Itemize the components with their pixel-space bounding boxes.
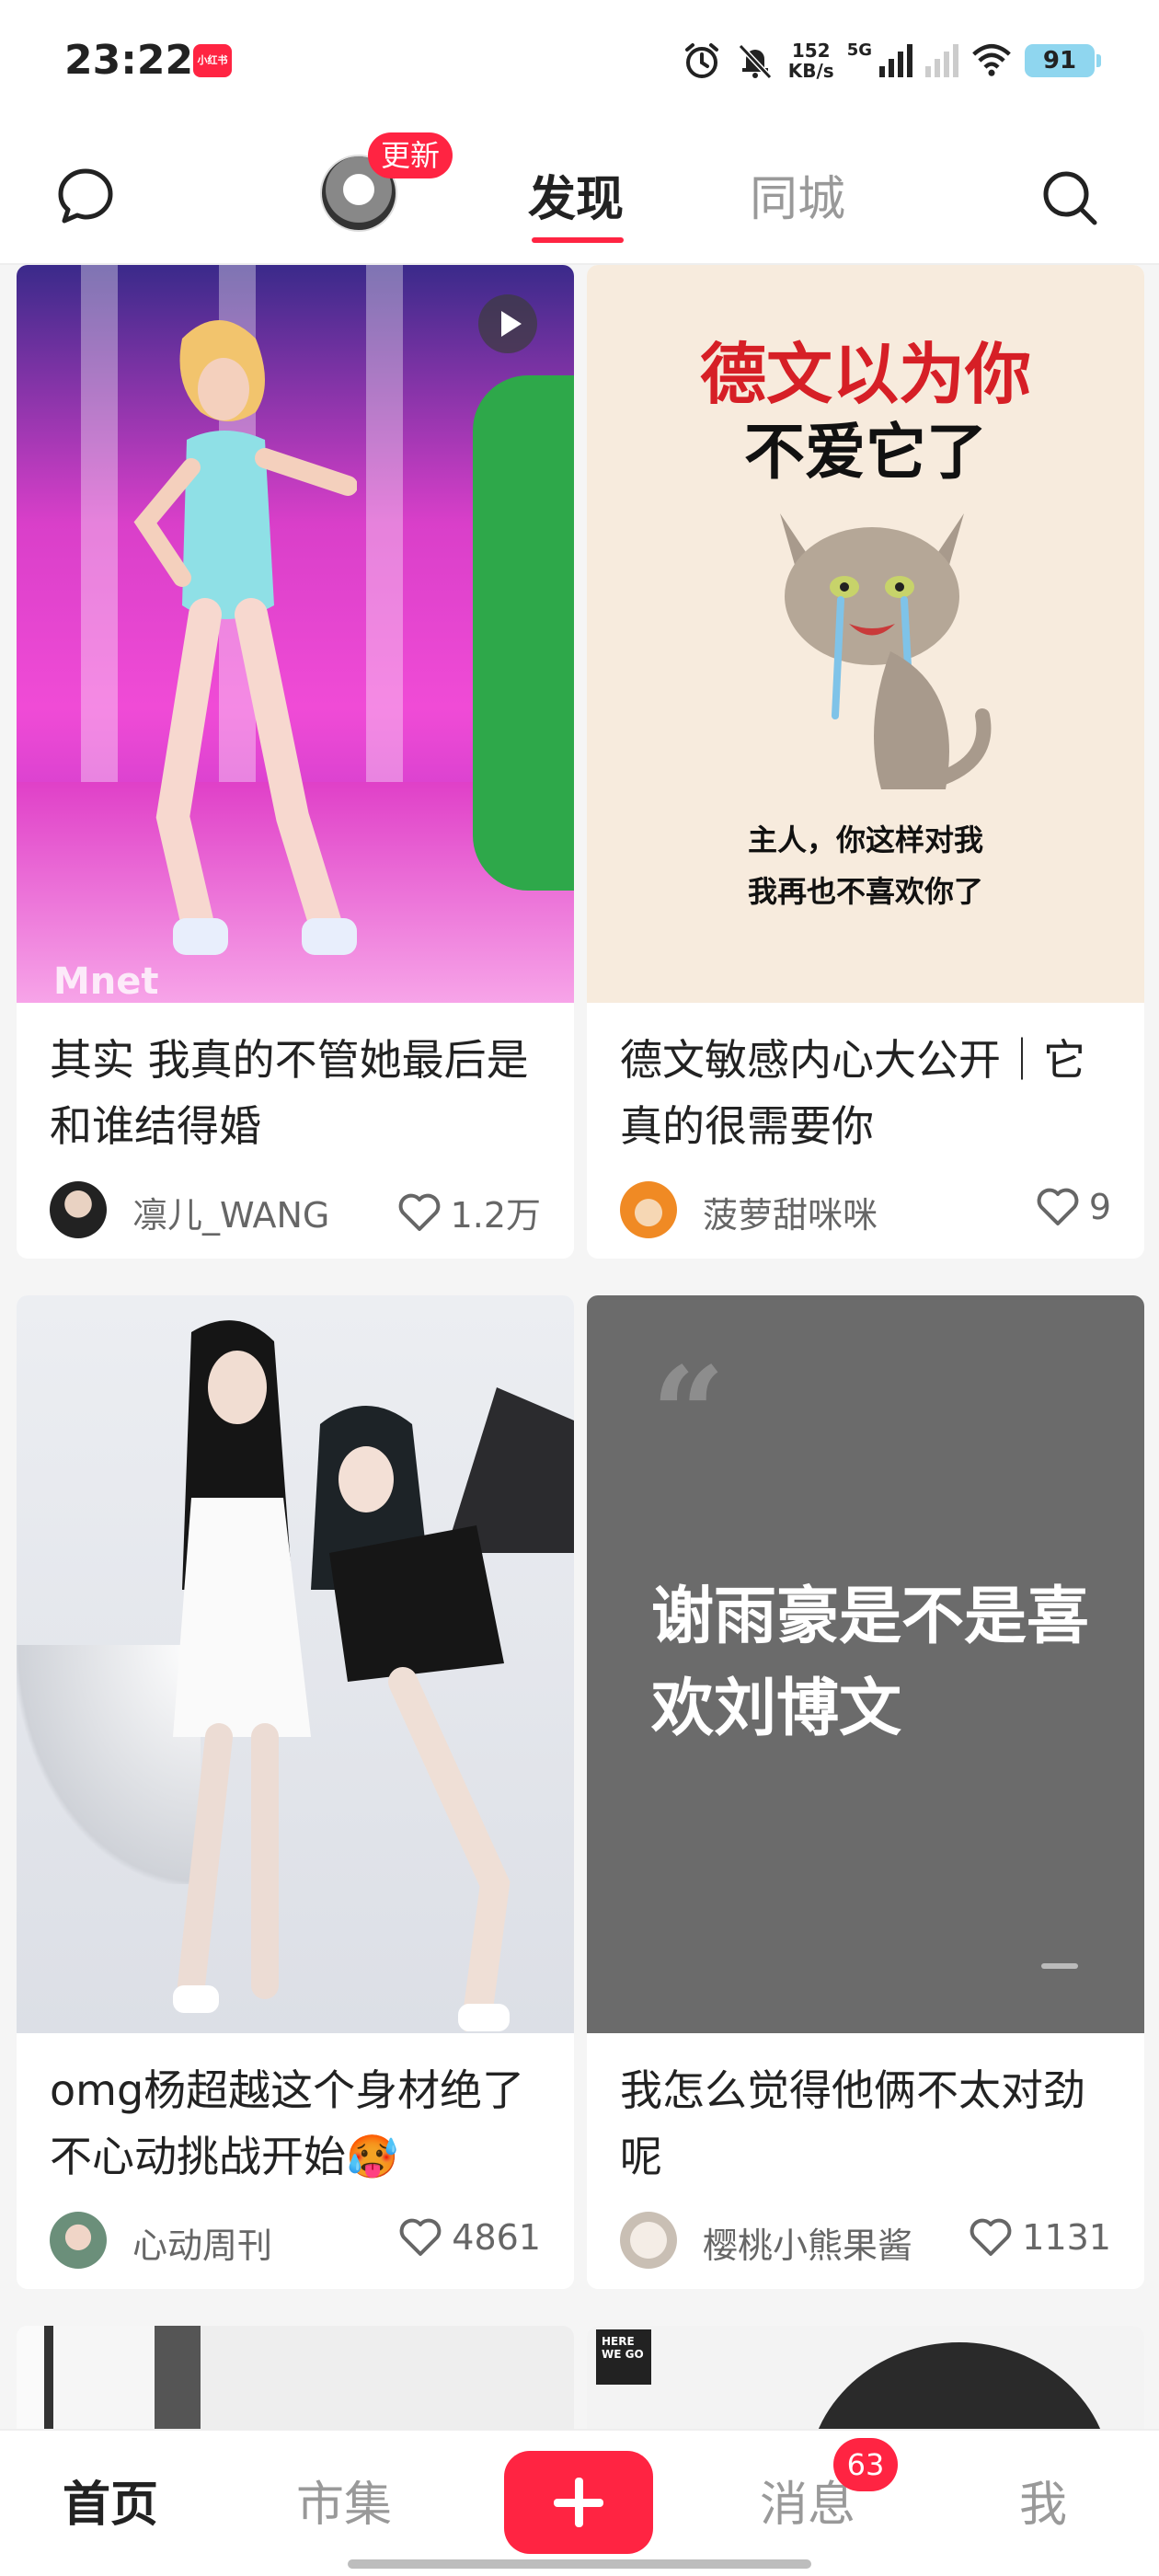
card-title[interactable]: 德文敏感内心大公开｜它真的很需要你 [587, 1003, 1144, 1167]
card-title[interactable]: 其实 我真的不管她最后是和谁结得婚 [17, 1003, 574, 1167]
card-cover-image[interactable] [17, 2326, 574, 2429]
card-cover-image[interactable]: 德文以为你 不爱它了 主人，你这样对我 我再也不喜欢你了 [587, 265, 1144, 1003]
battery-indicator: 91 [1025, 44, 1101, 77]
bottom-navigation: 首页 市集 消息 63 我 [0, 2429, 1159, 2576]
update-badge[interactable]: 更新 [368, 132, 453, 178]
status-time: 23:22 [64, 37, 194, 84]
like-button[interactable]: 1131 [969, 2217, 1111, 2258]
wifi-icon [971, 40, 1012, 81]
card-title[interactable]: omg杨超越这个身材绝了 不心动挑战开始🥵 [17, 2033, 574, 2197]
network-type: 5G [846, 40, 872, 60]
stage-light [81, 265, 118, 817]
author-name[interactable]: 心动周刊 [132, 2217, 272, 2268]
like-button[interactable]: 9 [1036, 1187, 1111, 1227]
stage-light [366, 265, 403, 817]
nav-me[interactable]: 我 [1019, 2466, 1067, 2535]
nav-home[interactable]: 首页 [63, 2466, 158, 2535]
heart-icon [970, 2218, 1012, 2256]
network-speed: 152 KB/s [788, 40, 834, 81]
costume-figure [473, 375, 574, 891]
app-notification-icon: 小红书 [193, 44, 232, 77]
author-avatar[interactable] [620, 1181, 677, 1238]
feed-card-partial[interactable]: HERE WE GO [587, 2326, 1144, 2429]
person-figure [311, 1406, 511, 2031]
tab-discover[interactable]: 发现 [528, 160, 624, 229]
dancer-figure [133, 320, 357, 955]
card-meta: 凛儿_WANG 1.2万 [17, 1167, 574, 1259]
like-button[interactable]: 1.2万 [397, 1187, 541, 1237]
quote-mark-icon: “ [651, 1340, 726, 1490]
like-count: 1.2万 [450, 1195, 541, 1236]
nav-market[interactable]: 市集 [296, 2466, 392, 2535]
brand-logo: HERE WE GO [596, 2329, 651, 2385]
heart-icon [1037, 1188, 1079, 1225]
like-count: 9 [1088, 1187, 1111, 1227]
like-count: 4861 [452, 2217, 541, 2258]
crying-cat-illustration [780, 513, 992, 789]
author-avatar[interactable] [50, 1181, 107, 1238]
signal-icon [879, 44, 912, 77]
tab-local[interactable]: 同城 [750, 160, 845, 229]
feed-card[interactable]: “ 谢雨豪是不是喜欢刘博文 我怎么觉得他俩不太对劲呢 樱桃小熊果酱 1131 [587, 1295, 1144, 2289]
author-name[interactable]: 樱桃小熊果酱 [703, 2217, 912, 2268]
like-button[interactable]: 4861 [398, 2217, 541, 2258]
status-icons: 152 KB/s 5G 91 [682, 35, 1101, 86]
network-speed-unit: KB/s [787, 60, 834, 82]
like-count: 1131 [1022, 2217, 1111, 2258]
feed-card[interactable]: 德文以为你 不爱它了 主人，你这样对我 我再也不喜欢你了 德文敏感内心大公开｜它… [587, 265, 1144, 1259]
author-name[interactable]: 菠萝甜咪咪 [703, 1187, 878, 1237]
card-cover-image[interactable]: Mnet [17, 265, 574, 1003]
add-post-button[interactable] [504, 2451, 653, 2554]
person-photo [808, 2342, 1111, 2429]
home-indicator[interactable] [348, 2559, 811, 2569]
cover-subheadline: 不爱它了 [744, 417, 987, 488]
feed-grid: Mnet 其实 我真的不管她最后是和谁结得婚 凛儿_WANG 1.2万 德文以为… [0, 265, 1159, 2429]
heart-icon [398, 1193, 440, 1231]
signal-secondary-icon [925, 44, 958, 77]
network-speed-value: 152 [791, 40, 831, 62]
author-avatar[interactable] [50, 2212, 107, 2269]
status-bar: 23:22 小红书 152 KB/s 5G 91 [0, 0, 1159, 120]
card-meta: 心动周刊 4861 [17, 2197, 574, 2289]
card-cover-image[interactable]: “ 谢雨豪是不是喜欢刘博文 [587, 1295, 1144, 2033]
card-meta: 樱桃小熊果酱 1131 [587, 2197, 1144, 2289]
author-name[interactable]: 凛儿_WANG [132, 1187, 329, 1237]
feed-card[interactable]: Mnet 其实 我真的不管她最后是和谁结得婚 凛儿_WANG 1.2万 [17, 265, 574, 1259]
top-navigation: 更新 发现 同城 [0, 120, 1159, 265]
card-cover-image[interactable]: HERE WE GO [587, 2326, 1144, 2429]
chat-bubble-icon[interactable] [55, 166, 116, 226]
cover-quote-text: 谢雨豪是不是喜欢刘博文 [651, 1581, 1090, 1745]
quote-dash [1041, 1963, 1078, 1969]
cover-caption: 我再也不喜欢你了 [747, 874, 983, 909]
card-cover-image[interactable] [17, 1295, 574, 2033]
watermark-logo: Mnet [53, 960, 159, 1003]
card-title[interactable]: 我怎么觉得他俩不太对劲呢 [587, 2033, 1144, 2197]
cover-caption: 主人，你这样对我 [747, 822, 983, 857]
active-tab-indicator [532, 237, 624, 243]
alarm-icon [682, 40, 722, 81]
card-meta: 菠萝甜咪咪 9 [587, 1167, 1144, 1259]
feed-card-partial[interactable] [17, 2326, 574, 2429]
video-play-icon [478, 294, 537, 353]
messages-count-badge: 63 [833, 2438, 898, 2491]
feed-card[interactable]: omg杨超越这个身材绝了 不心动挑战开始🥵 心动周刊 4861 [17, 1295, 574, 2289]
search-icon[interactable] [1039, 167, 1100, 228]
heart-icon [399, 2218, 442, 2256]
bell-muted-icon [735, 40, 775, 81]
author-avatar[interactable] [620, 2212, 677, 2269]
